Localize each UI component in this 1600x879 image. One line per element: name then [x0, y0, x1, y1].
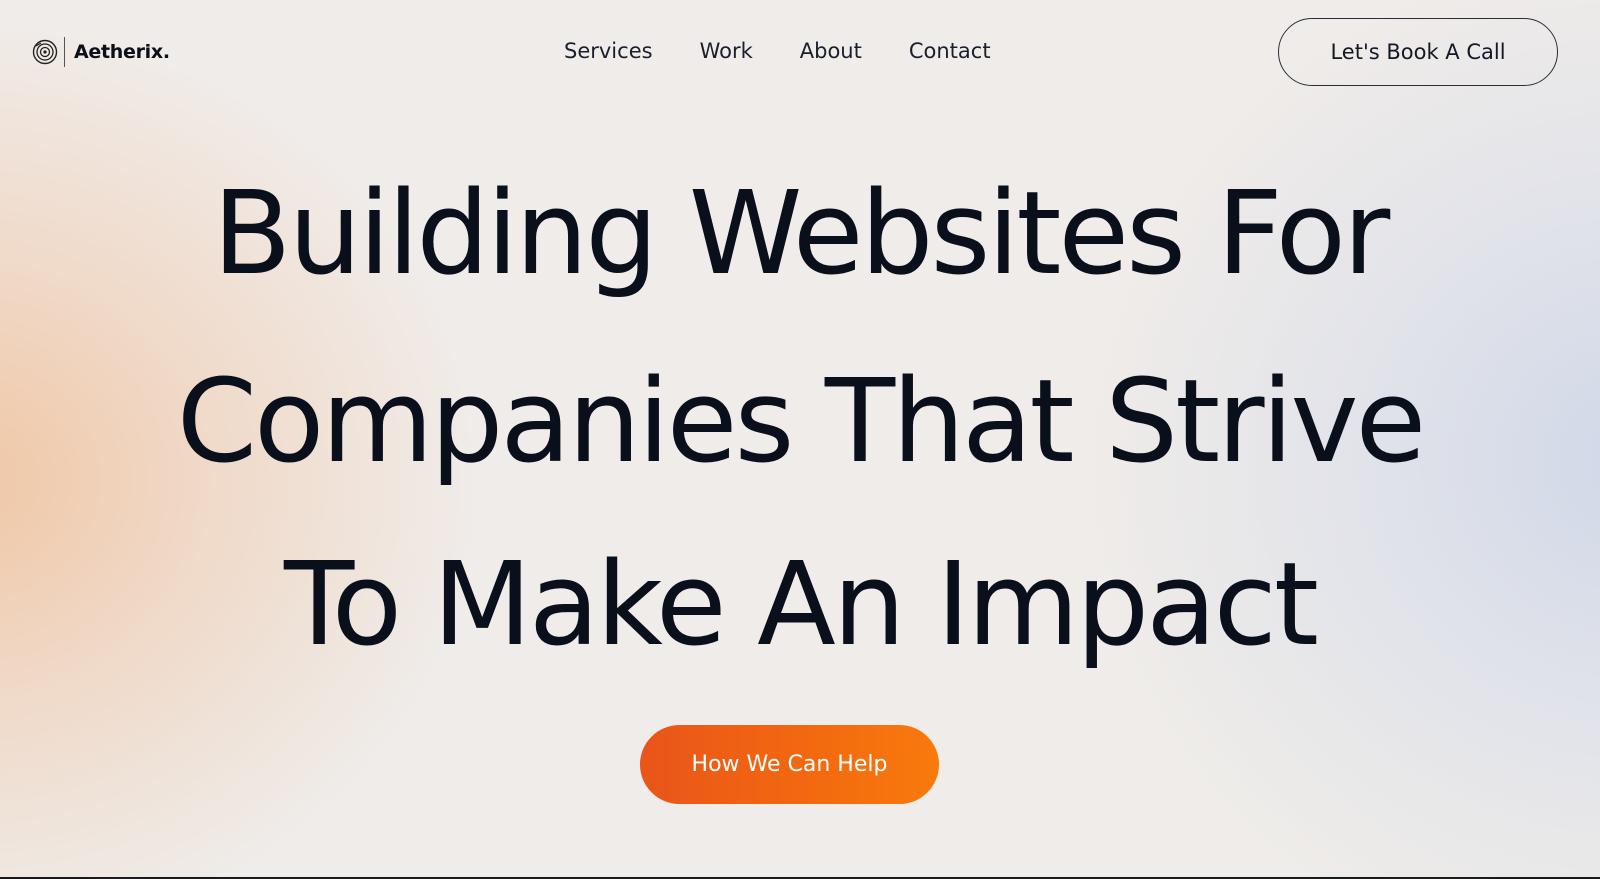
brand-name: Aetherix.: [74, 41, 170, 63]
nav-item-contact[interactable]: Contact: [909, 39, 991, 63]
book-call-button[interactable]: Let's Book A Call: [1278, 18, 1558, 86]
brand-logo[interactable]: Aetherix.: [32, 36, 170, 68]
how-we-can-help-button[interactable]: How We Can Help: [640, 725, 939, 804]
site-header: Aetherix. Services Work About Contact Le…: [0, 0, 1600, 110]
hero-line-1: Building Websites For: [212, 167, 1391, 301]
nav-item-work[interactable]: Work: [700, 39, 753, 63]
hero-headline: Building Websites For Companies That Str…: [0, 160, 1600, 679]
nav-item-about[interactable]: About: [800, 39, 862, 63]
concentric-rings-logo-icon: [32, 39, 58, 65]
nav-item-services[interactable]: Services: [564, 39, 653, 63]
hero-line-3: To Make An Impact: [284, 538, 1319, 672]
main-nav: Services Work About Contact: [564, 39, 991, 63]
logo-divider: [64, 37, 65, 67]
hero-line-2: Companies That Strive: [176, 355, 1427, 489]
